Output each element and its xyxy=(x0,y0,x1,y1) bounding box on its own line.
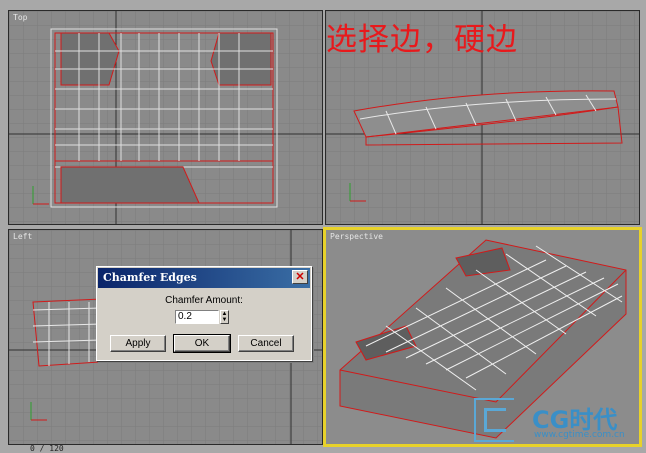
dialog-title: Chamfer Edges xyxy=(98,268,310,288)
chamfer-edges-dialog: Chamfer Edges ✕ Chamfer Amount: 0.2 ▲ ▼ A… xyxy=(96,266,312,361)
viewport-top[interactable]: Top xyxy=(8,10,323,225)
viewport-label-perspective: Perspective xyxy=(330,232,383,241)
ok-button[interactable]: OK xyxy=(173,334,231,353)
viewport-label-left: Left xyxy=(13,232,33,241)
top-viewport-canvas xyxy=(9,11,322,224)
viewport-label-top: Top xyxy=(13,13,28,22)
watermark: CG时代 www.cgtime.com.cn xyxy=(472,398,642,444)
status-text: 0 / 120 xyxy=(30,444,64,453)
close-icon[interactable]: ✕ xyxy=(292,270,308,284)
cg-logo-icon xyxy=(474,398,514,442)
chamfer-amount-input[interactable]: 0.2 xyxy=(175,310,219,324)
annotation-text: 选择边，硬边 xyxy=(326,22,518,58)
spinner-arrows-icon[interactable]: ▲ ▼ xyxy=(220,310,229,324)
watermark-url: www.cgtime.com.cn xyxy=(534,430,625,440)
apply-button[interactable]: Apply xyxy=(110,335,166,352)
chamfer-amount-label: Chamfer Amount: xyxy=(165,295,243,306)
cancel-button[interactable]: Cancel xyxy=(238,335,294,352)
